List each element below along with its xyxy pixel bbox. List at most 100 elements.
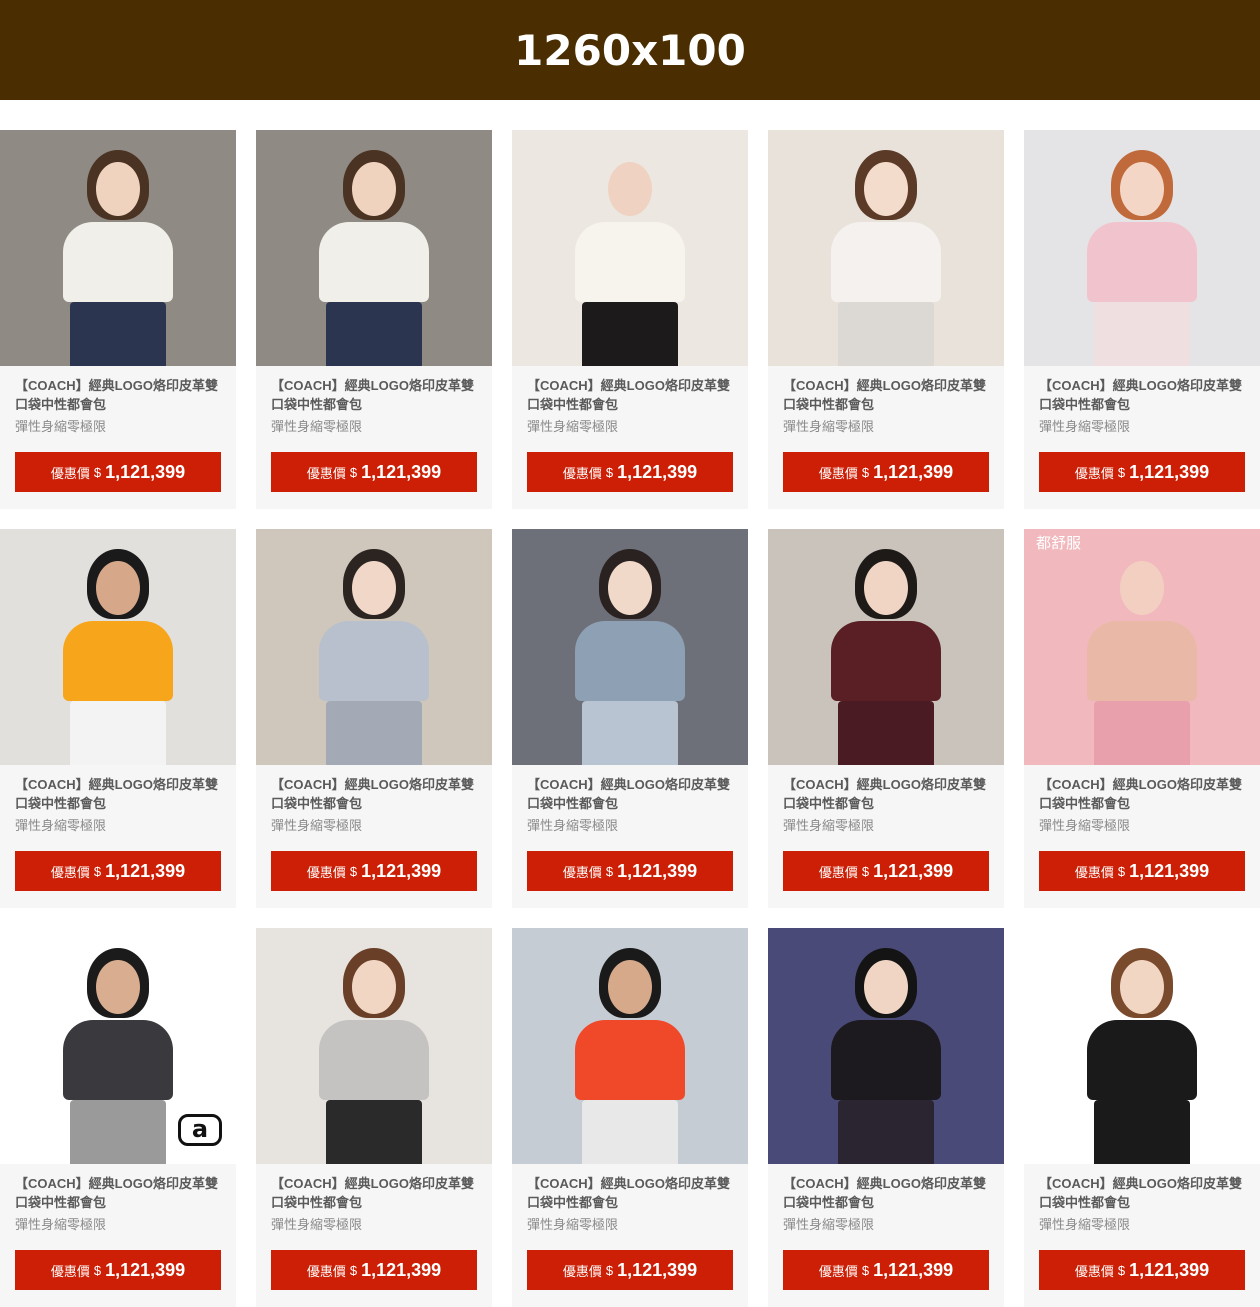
product-title[interactable]: 【COACH】經典LOGO烙印皮革雙口袋中性都會包 bbox=[271, 1174, 477, 1212]
price-label: 優惠價 bbox=[50, 465, 90, 481]
price-button[interactable]: 優惠價 $1,121,399 bbox=[15, 1250, 221, 1290]
product-card[interactable]: 【COACH】經典LOGO烙印皮革雙口袋中性都會包 彈性身縮零極限 優惠價 $1,12… bbox=[1024, 130, 1260, 509]
price-value: 1,121,399 bbox=[105, 461, 186, 482]
brand-logo-badge: a bbox=[178, 1114, 222, 1146]
product-subtitle: 彈性身縮零極限 bbox=[783, 419, 875, 434]
product-title[interactable]: 【COACH】經典LOGO烙印皮革雙口袋中性都會包 bbox=[271, 376, 477, 414]
product-info: 【COACH】經典LOGO烙印皮革雙口袋中性都會包 彈性身縮零極限 bbox=[512, 1164, 748, 1233]
product-title[interactable]: 【COACH】經典LOGO烙印皮革雙口袋中性都會包 bbox=[783, 775, 989, 813]
product-image[interactable] bbox=[768, 529, 1004, 765]
model-head bbox=[608, 960, 652, 1014]
product-subtitle: 彈性身縮零極限 bbox=[1039, 1217, 1131, 1232]
product-image[interactable] bbox=[0, 529, 236, 765]
product-image[interactable] bbox=[768, 928, 1004, 1164]
product-image[interactable] bbox=[1024, 130, 1260, 366]
model-bottom bbox=[70, 701, 166, 765]
model-head bbox=[96, 561, 140, 615]
product-image[interactable] bbox=[1024, 928, 1260, 1164]
product-title[interactable]: 【COACH】經典LOGO烙印皮革雙口袋中性都會包 bbox=[271, 775, 477, 813]
product-subtitle: 彈性身縮零極限 bbox=[271, 1217, 363, 1232]
product-title[interactable]: 【COACH】經典LOGO烙印皮革雙口袋中性都會包 bbox=[527, 376, 733, 414]
product-info: 【COACH】經典LOGO烙印皮革雙口袋中性都會包彈性身縮零極限 bbox=[768, 366, 1004, 435]
product-info: 【COACH】經典LOGO烙印皮革雙口袋中性都會包彈性身縮零極限 bbox=[256, 1164, 492, 1233]
product-subtitle: 彈性身縮零極限 bbox=[271, 419, 363, 434]
product-card[interactable]: 【COACH】經典LOGO烙印皮革雙口袋中性都會包 彈性身縮零極限優惠價 $1,12… bbox=[256, 529, 492, 908]
price-label: 優惠價 bbox=[562, 465, 602, 481]
product-card[interactable]: 【COACH】經典LOGO烙印皮革雙口袋中性都會包 彈性身縮零極限 優惠價 $1,12… bbox=[768, 928, 1004, 1307]
product-title[interactable]: 【COACH】經典LOGO烙印皮革雙口袋中性都會包 bbox=[1039, 1174, 1245, 1212]
product-image[interactable] bbox=[256, 928, 492, 1164]
price-label: 優惠價 bbox=[1074, 465, 1114, 481]
price-button[interactable]: 優惠價 $1,121,399 bbox=[1039, 452, 1245, 492]
price-button[interactable]: 優惠價 $1,121,399 bbox=[783, 452, 989, 492]
model-head bbox=[96, 162, 140, 216]
product-card[interactable]: a 【COACH】經典LOGO烙印皮革雙口袋中性都會包 彈性身縮零極限優惠價 $1,1… bbox=[0, 928, 236, 1307]
product-card[interactable]: 【COACH】經典LOGO烙印皮革雙口袋中性都會包彈性身縮零極限優惠價 $1,12… bbox=[768, 130, 1004, 509]
price-button[interactable]: 優惠價 $1,121,399 bbox=[527, 1250, 733, 1290]
product-card[interactable]: 【COACH】經典LOGO烙印皮革雙口袋中性都會包 彈性身縮零極限 優惠價 $1,12… bbox=[768, 529, 1004, 908]
product-card[interactable]: 都舒服【COACH】經典LOGO烙印皮革雙口袋中性都會包彈性身縮零極限優惠價 $1… bbox=[1024, 529, 1260, 908]
price-button[interactable]: 優惠價 $1,121,399 bbox=[15, 452, 221, 492]
product-info: 【COACH】經典LOGO烙印皮革雙口袋中性都會包 彈性身縮零極限 bbox=[512, 366, 748, 435]
product-card[interactable]: 【COACH】經典LOGO烙印皮革雙口袋中性都會包 彈性身縮零極限 優惠價 $1,12… bbox=[512, 529, 748, 908]
product-image[interactable] bbox=[512, 130, 748, 366]
product-info: 【COACH】經典LOGO烙印皮革雙口袋中性都會包 彈性身縮零極限 bbox=[256, 765, 492, 834]
model-bottom bbox=[70, 1100, 166, 1164]
price-value: 1,121,399 bbox=[617, 1259, 698, 1280]
model-top bbox=[575, 1020, 685, 1100]
product-image[interactable] bbox=[768, 130, 1004, 366]
price-button[interactable]: 優惠價 $1,121,399 bbox=[783, 851, 989, 891]
price-button[interactable]: 優惠價 $1,121,399 bbox=[783, 1250, 989, 1290]
product-card[interactable]: 【COACH】經典LOGO烙印皮革雙口袋中性都會包 彈性身縮零極限優惠價 $1,12… bbox=[512, 130, 748, 509]
product-card[interactable]: 【COACH】經典LOGO烙印皮革雙口袋中性都會包彈性身縮零極限優惠價 $1,12… bbox=[1024, 928, 1260, 1307]
product-image[interactable] bbox=[512, 928, 748, 1164]
model-head bbox=[1120, 960, 1164, 1014]
price-button[interactable]: 優惠價 $1,121,399 bbox=[1039, 851, 1245, 891]
product-image[interactable]: 都舒服 bbox=[1024, 529, 1260, 765]
model-bottom bbox=[1094, 701, 1190, 765]
price-button[interactable]: 優惠價 $1,121,399 bbox=[271, 851, 477, 891]
product-card[interactable]: 【COACH】經典LOGO烙印皮革雙口袋中性都會包 彈性身縮零極限優惠價 $1,12… bbox=[0, 529, 236, 908]
model-bottom bbox=[582, 1100, 678, 1164]
price-value: 1,121,399 bbox=[617, 461, 698, 482]
product-card[interactable]: 【COACH】經典LOGO烙印皮革雙口袋中性都會包彈性身縮零極限優惠價 $1,12… bbox=[256, 130, 492, 509]
product-subtitle: 彈性身縮零極限 bbox=[1039, 818, 1131, 833]
model-head bbox=[96, 960, 140, 1014]
product-image[interactable] bbox=[0, 130, 236, 366]
model-head bbox=[352, 561, 396, 615]
product-title[interactable]: 【COACH】經典LOGO烙印皮革雙口袋中性都會包 bbox=[1039, 775, 1245, 813]
product-image[interactable] bbox=[256, 529, 492, 765]
price-button[interactable]: 優惠價 $1,121,399 bbox=[1039, 1250, 1245, 1290]
product-title[interactable]: 【COACH】經典LOGO烙印皮革雙口袋中性都會包 bbox=[527, 1174, 733, 1212]
price-value: 1,121,399 bbox=[873, 860, 954, 881]
product-title[interactable]: 【COACH】經典LOGO烙印皮革雙口袋中性都會包 bbox=[15, 376, 221, 414]
product-card[interactable]: 【COACH】經典LOGO烙印皮革雙口袋中性都會包 彈性身縮零極限 優惠價 $1,12… bbox=[0, 130, 236, 509]
currency-symbol: $ bbox=[605, 863, 614, 879]
model-bottom bbox=[838, 302, 934, 366]
product-title[interactable]: 【COACH】經典LOGO烙印皮革雙口袋中性都會包 bbox=[783, 376, 989, 414]
product-card[interactable]: 【COACH】經典LOGO烙印皮革雙口袋中性都會包彈性身縮零極限優惠價 $1,12… bbox=[256, 928, 492, 1307]
product-title[interactable]: 【COACH】經典LOGO烙印皮革雙口袋中性都會包 bbox=[15, 775, 221, 813]
price-button[interactable]: 優惠價 $1,121,399 bbox=[15, 851, 221, 891]
model-top bbox=[63, 222, 173, 302]
price-value: 1,121,399 bbox=[873, 461, 954, 482]
product-card[interactable]: 【COACH】經典LOGO烙印皮革雙口袋中性都會包 彈性身縮零極限優惠價 $1,12… bbox=[512, 928, 748, 1307]
currency-symbol: $ bbox=[1117, 1262, 1126, 1278]
price-button[interactable]: 優惠價 $1,121,399 bbox=[271, 1250, 477, 1290]
product-title[interactable]: 【COACH】經典LOGO烙印皮革雙口袋中性都會包 bbox=[527, 775, 733, 813]
price-button[interactable]: 優惠價 $1,121,399 bbox=[271, 452, 477, 492]
product-image[interactable] bbox=[256, 130, 492, 366]
product-info: 【COACH】經典LOGO烙印皮革雙口袋中性都會包 彈性身縮零極限 bbox=[0, 1164, 236, 1233]
model-bottom bbox=[1094, 1100, 1190, 1164]
product-image[interactable] bbox=[512, 529, 748, 765]
price-label: 優惠價 bbox=[818, 864, 858, 880]
product-title[interactable]: 【COACH】經典LOGO烙印皮革雙口袋中性都會包 bbox=[15, 1174, 221, 1212]
price-button[interactable]: 優惠價 $1,121,399 bbox=[527, 452, 733, 492]
product-info: 【COACH】經典LOGO烙印皮革雙口袋中性都會包 彈性身縮零極限 bbox=[0, 765, 236, 834]
product-title[interactable]: 【COACH】經典LOGO烙印皮革雙口袋中性都會包 bbox=[783, 1174, 989, 1212]
price-button[interactable]: 優惠價 $1,121,399 bbox=[527, 851, 733, 891]
product-image[interactable]: a bbox=[0, 928, 236, 1164]
price-label: 優惠價 bbox=[1074, 1263, 1114, 1279]
product-info: 【COACH】經典LOGO烙印皮革雙口袋中性都會包彈性身縮零極限 bbox=[1024, 1164, 1260, 1233]
product-title[interactable]: 【COACH】經典LOGO烙印皮革雙口袋中性都會包 bbox=[1039, 376, 1245, 414]
